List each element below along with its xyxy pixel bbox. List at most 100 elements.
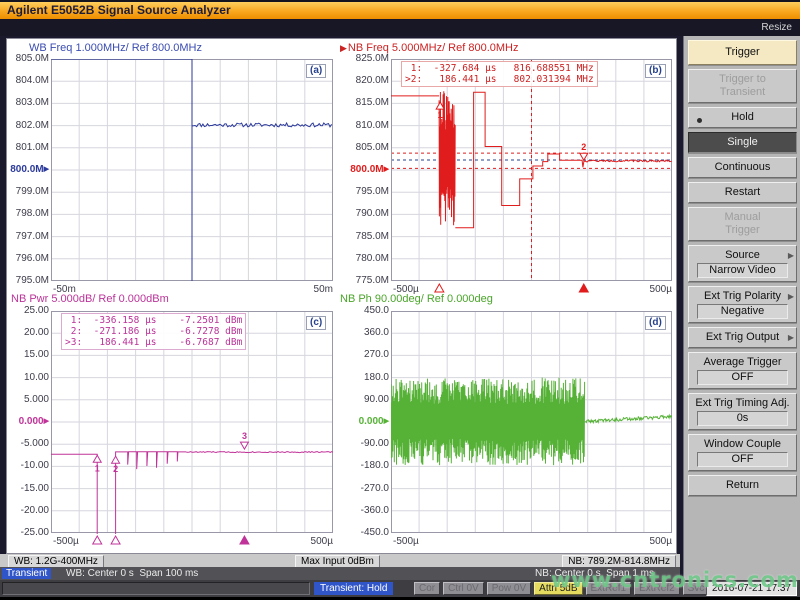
trigger-status-badge: Transient: Hold bbox=[314, 582, 393, 595]
trace-marker-2-icon[interactable] bbox=[112, 456, 120, 463]
trace-marker-1-label: 1 bbox=[95, 463, 100, 473]
submenu-arrow-icon: ▶ bbox=[788, 251, 794, 260]
trace-marker-3-label: 3 bbox=[242, 431, 247, 441]
panel-d-y-ref-label: 0.000▶ bbox=[347, 416, 389, 427]
panel-a-y-label: 795.0M bbox=[7, 275, 49, 286]
indicator-extref1: ExtRef1 bbox=[586, 582, 632, 595]
sidebar-button-manual-trigger[interactable]: Manual Trigger bbox=[688, 207, 797, 241]
panel-a-letter-badge: (a) bbox=[306, 64, 326, 78]
sidebar-button-ext-trig-timing-adj[interactable]: Ext Trig Timing Adj.0s bbox=[688, 393, 797, 430]
panel-a-y-label: 805.0M bbox=[7, 53, 49, 64]
datetime-display: 2016-07-21 17:37 bbox=[706, 581, 797, 596]
panel-c-y-label: -20.00 bbox=[7, 505, 49, 516]
measurement-panels: WB Freq 1.000MHz/ Ref 800.0MHz805.0M804.… bbox=[6, 38, 677, 554]
wb-span-text: WB: Center 0 s Span 100 ms bbox=[66, 568, 198, 579]
axis-marker-icon[interactable] bbox=[579, 284, 588, 292]
softkey-value: Narrow Video bbox=[697, 263, 788, 278]
sidebar-button-window-couple[interactable]: Window CoupleOFF bbox=[688, 434, 797, 471]
panel-c-y-label: -25.00 bbox=[7, 527, 49, 538]
panel-c-letter-badge: (c) bbox=[306, 316, 326, 330]
axis-marker-icon[interactable] bbox=[435, 284, 444, 292]
softkey-value: Negative bbox=[697, 304, 788, 319]
panel-d-y-label: -360.0 bbox=[347, 505, 389, 516]
panel-d-y-label: 360.0 bbox=[347, 327, 389, 338]
panel-c-y-label: -10.00 bbox=[7, 460, 49, 471]
panel-b-plot: 12 bbox=[391, 59, 673, 294]
sidebar-button-trigger-to-transient[interactable]: Trigger to Transient bbox=[688, 69, 797, 103]
sidebar-button-return[interactable]: Return bbox=[688, 475, 797, 496]
sidebar-button-ext-trig-output[interactable]: Ext Trig Output▶ bbox=[688, 327, 797, 348]
sidebar-button-trigger[interactable]: Trigger bbox=[688, 40, 797, 65]
panel-b-y-ref-label: 800.0M▶ bbox=[347, 164, 389, 175]
axis-marker-icon[interactable] bbox=[93, 536, 102, 544]
softkey-label: Ext Trig Output bbox=[690, 331, 795, 344]
panel-b-y-label: 775.0M bbox=[347, 275, 389, 286]
softkey-label: Source bbox=[690, 249, 795, 262]
panel-c-y-label: -15.00 bbox=[7, 483, 49, 494]
window-title: Agilent E5052B Signal Source Analyzer bbox=[0, 2, 800, 19]
panel-a-y-ref-label: 800.0M▶ bbox=[7, 164, 49, 175]
sidebar-button-restart[interactable]: Restart bbox=[688, 182, 797, 203]
panel-c-y-label: 15.00 bbox=[7, 349, 49, 360]
panel-b-y-label: 780.0M bbox=[347, 253, 389, 264]
indicator-extref2: ExtRef2 bbox=[634, 582, 680, 595]
panel-a-y-label: 802.0M bbox=[7, 120, 49, 131]
trace-marker-3-icon[interactable] bbox=[240, 442, 248, 449]
softkey-value: 0s bbox=[697, 411, 788, 426]
active-trace-arrow-icon: ▶ bbox=[340, 43, 347, 53]
submenu-arrow-icon: ▶ bbox=[788, 333, 794, 342]
panel-c-y-label: 10.00 bbox=[7, 372, 49, 383]
panel-c-y-ref-label: 0.000▶ bbox=[7, 416, 49, 427]
panel-c-y-label: 25.00 bbox=[7, 305, 49, 316]
axis-marker-icon[interactable] bbox=[111, 536, 120, 544]
resize-button[interactable]: Resize bbox=[761, 19, 792, 36]
panel-c-y-label: 5.000 bbox=[7, 394, 49, 405]
softkey-label: Window Couple bbox=[690, 438, 795, 451]
sidebar-button-hold[interactable]: Hold bbox=[688, 107, 797, 128]
panel-a-y-label: 804.0M bbox=[7, 75, 49, 86]
sidebar-button-source[interactable]: SourceNarrow Video▶ bbox=[688, 245, 797, 282]
message-box bbox=[2, 582, 310, 595]
panel-b-y-label: 790.0M bbox=[347, 208, 389, 219]
trace-marker-2-label: 2 bbox=[581, 142, 586, 152]
softkey-label: Ext Trig Polarity bbox=[690, 290, 795, 303]
softkey-label: Trigger to Transient bbox=[690, 73, 795, 99]
panel-b-y-label: 795.0M bbox=[347, 186, 389, 197]
softkey-label: Hold bbox=[690, 111, 795, 124]
panel-b-y-label: 820.0M bbox=[347, 75, 389, 86]
indicator-row: CorCtrl 0VPow 0VAttn 5dBExtRef1ExtRef2Sv… bbox=[414, 582, 709, 595]
panel-c-y-label: -5.000 bbox=[7, 438, 49, 449]
trace-marker-2-label: 2 bbox=[113, 464, 118, 474]
panel-b-y-label: 815.0M bbox=[347, 97, 389, 108]
submenu-arrow-icon: ▶ bbox=[788, 292, 794, 301]
indicator-cor: Cor bbox=[414, 582, 440, 595]
panel-d-y-label: -90.00 bbox=[347, 438, 389, 449]
panel-d-y-label: 450.0 bbox=[347, 305, 389, 316]
panel-a-plot bbox=[51, 59, 334, 294]
sidebar-button-single[interactable]: Single bbox=[688, 132, 797, 153]
panel-d-y-label: 180.0 bbox=[347, 372, 389, 383]
panel-b-letter-badge: (b) bbox=[645, 64, 666, 78]
panel-b-y-label: 805.0M bbox=[347, 142, 389, 153]
softkey-sidebar: Trigger Trigger to Transient Hold Single Con… bbox=[683, 36, 800, 580]
panel-a-y-label: 797.0M bbox=[7, 231, 49, 242]
sidebar-button-continuous[interactable]: Continuous bbox=[688, 157, 797, 178]
trace-marker-1-icon[interactable] bbox=[93, 455, 101, 462]
sidebar-button-average-trigger[interactable]: Average TriggerOFF bbox=[688, 352, 797, 389]
panel-a-y-label: 796.0M bbox=[7, 253, 49, 264]
indicator-attn-5db: Attn 5dB bbox=[534, 582, 582, 595]
panel-a-y-label: 803.0M bbox=[7, 97, 49, 108]
axis-marker-icon[interactable] bbox=[240, 536, 249, 544]
softkey-label: Single bbox=[690, 136, 795, 149]
panel-b-y-label: 810.0M bbox=[347, 120, 389, 131]
menu-strip: Resize bbox=[0, 19, 800, 36]
panel-a-title: WB Freq 1.000MHz/ Ref 800.0MHz bbox=[29, 42, 202, 55]
softkey-value: OFF bbox=[697, 370, 788, 385]
softkey-value: OFF bbox=[697, 452, 788, 467]
sidebar-button-ext-trig-polarity[interactable]: Ext Trig PolarityNegative▶ bbox=[688, 286, 797, 323]
trace-marker-2-icon[interactable] bbox=[580, 153, 588, 160]
panel-d-y-label: -270.0 bbox=[347, 483, 389, 494]
softkey-label: Average Trigger bbox=[690, 356, 795, 369]
nb-span-text: NB: Center 0 s Span 1 ms bbox=[535, 568, 654, 579]
frequency-status-bar: WB: 1.2G-400MHz Max Input 0dBm NB: 789.2… bbox=[0, 554, 680, 567]
